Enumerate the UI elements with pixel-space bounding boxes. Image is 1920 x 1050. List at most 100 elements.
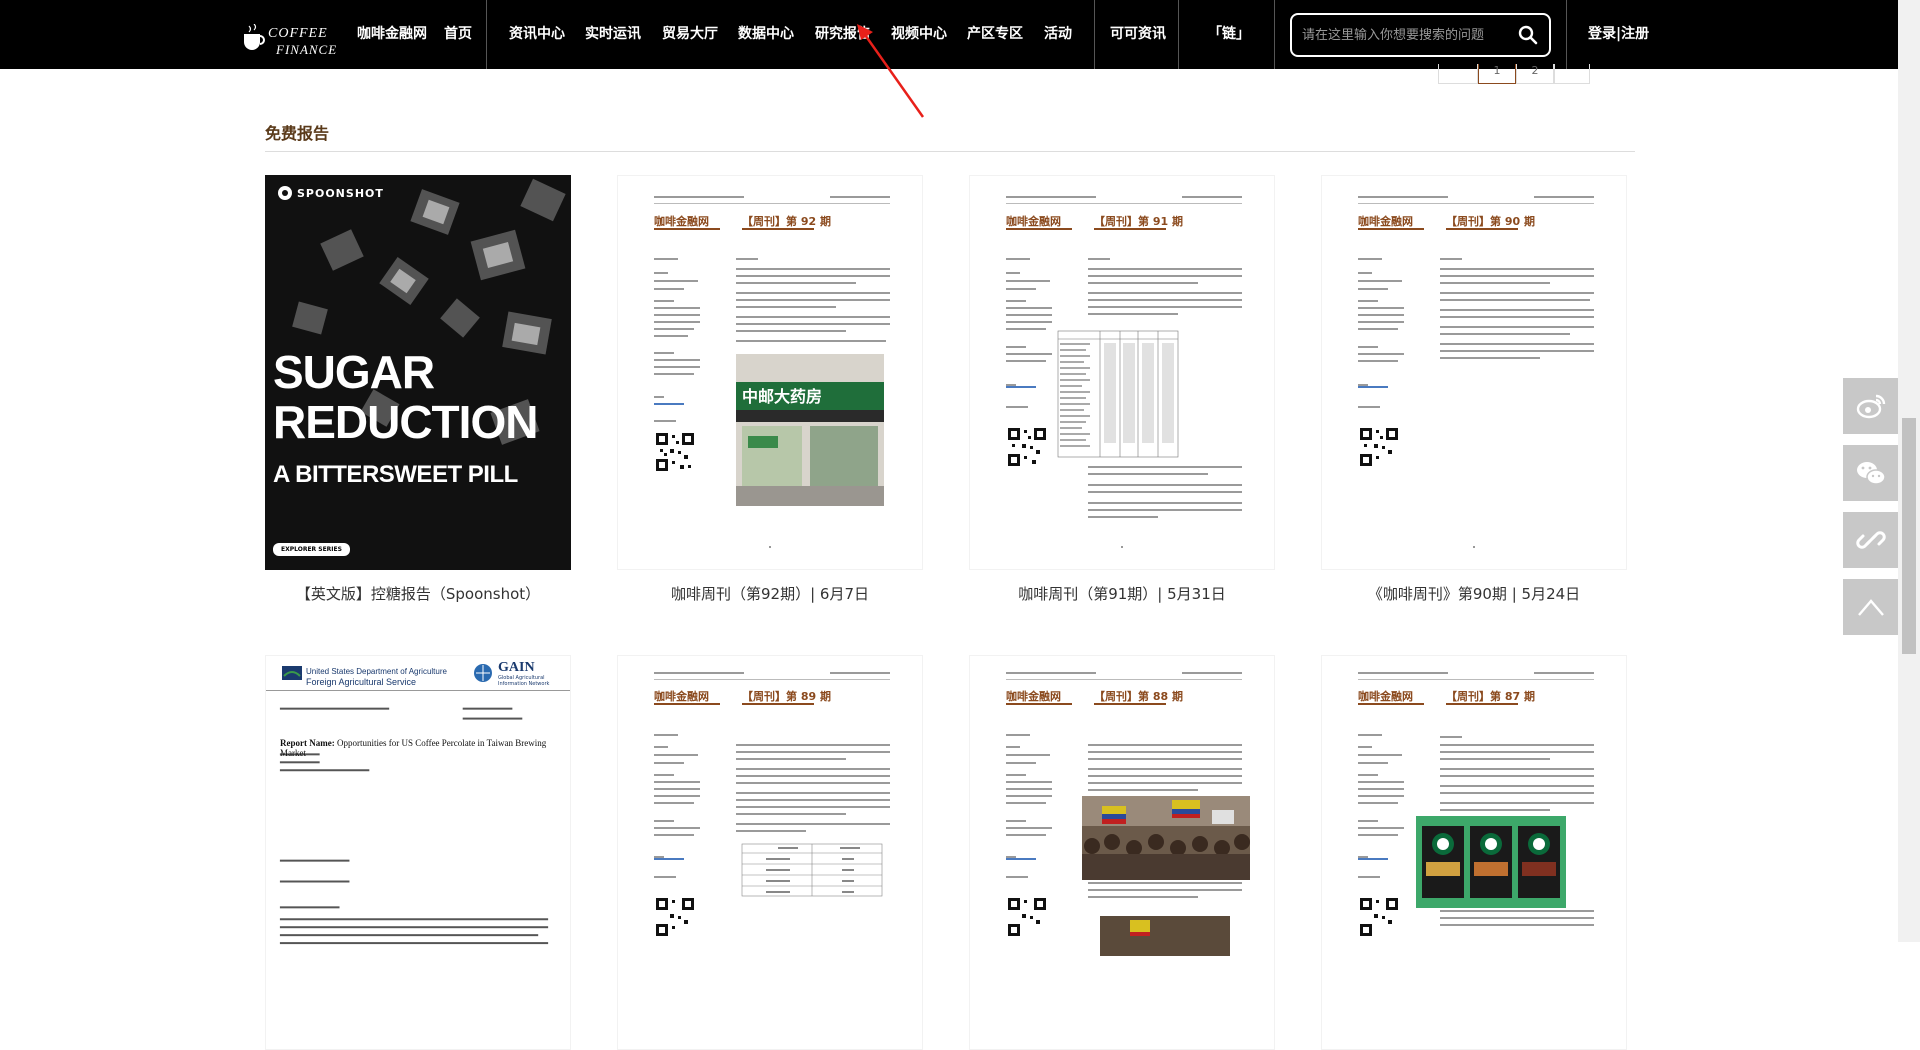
pharmacy-photo-image: 中邮大药房 <box>736 354 884 506</box>
spoonshot-logo-icon <box>278 186 292 200</box>
report-thumbnail-usda[interactable]: United States Department of Agriculture … <box>265 655 571 1050</box>
cover-title-line2: REDUCTION <box>273 396 538 448</box>
nav-divider <box>1178 0 1179 69</box>
doc-underline <box>742 228 814 230</box>
doc-header-rule <box>1358 679 1594 680</box>
login-register-link[interactable]: 登录|注册 <box>1588 0 1649 69</box>
nav-divider <box>486 0 487 69</box>
doc-brand: 咖啡金融网 <box>1358 690 1413 703</box>
report-thumbnail[interactable]: 咖啡金融网 【周刊】第 88 期 <box>969 655 1275 1050</box>
search-input[interactable] <box>1302 23 1507 47</box>
doc-underline <box>1094 703 1166 705</box>
svg-text:中邮大药房: 中邮大药房 <box>742 387 822 406</box>
report-thumbnail[interactable]: 咖啡金融网 【周刊】第 89 期 <box>617 655 923 1050</box>
qr-code-image <box>1006 896 1048 938</box>
qr-code-image <box>654 896 696 938</box>
report-thumbnail[interactable]: 咖啡金融网 【周刊】第 90 期 <box>1321 175 1627 570</box>
logo-text-coffee: COFFEE <box>268 26 328 41</box>
doc-underline <box>1358 228 1424 230</box>
section-divider <box>265 151 1635 152</box>
nav-data-center[interactable]: 数据中心 <box>738 0 794 69</box>
gain-logo: GAIN Global Agricultural Information Net… <box>472 660 562 690</box>
doc-issue: 【周刊】第 88 期 <box>1094 690 1183 703</box>
doc-brand: 咖啡金融网 <box>654 690 709 703</box>
cover-title-line1: SUGAR <box>273 346 435 398</box>
section-title-free-reports: 免费报告 <box>265 124 330 143</box>
report-caption[interactable]: 【英文版】控糖报告（Spoonshot） <box>265 583 571 604</box>
doc-underline <box>1006 703 1072 705</box>
report-caption[interactable]: 《咖啡周刊》第90期 | 5月24日 <box>1321 583 1627 604</box>
nav-origin-zone[interactable]: 产区专区 <box>967 0 1023 69</box>
doc-header-rule <box>654 203 890 204</box>
usda-service-name: Foreign Agricultural Service <box>306 677 417 687</box>
nav-divider <box>1094 0 1095 69</box>
doc-issue: 【周刊】第 92 期 <box>742 215 831 228</box>
copy-link-button[interactable] <box>1843 512 1899 568</box>
crowd-photo-image <box>1100 916 1230 956</box>
nav-realtime-news[interactable]: 实时运讯 <box>585 0 641 69</box>
globe-icon <box>474 664 492 682</box>
nav-divider <box>1566 0 1567 69</box>
doc-underline <box>1358 703 1424 705</box>
usda-agency-name: United States Department of Agriculture <box>306 667 447 676</box>
doc-brand: 咖啡金融网 <box>1006 215 1061 228</box>
doc-header-rule <box>1358 203 1594 204</box>
document-text-lines <box>1006 196 1242 518</box>
doc-issue: 【周刊】第 87 期 <box>1446 690 1535 703</box>
back-to-top-icon <box>1858 599 1884 616</box>
nav-events[interactable]: 活动 <box>1044 0 1072 69</box>
qr-code-image <box>654 431 696 473</box>
report-caption[interactable]: 咖啡周刊（第92期）| 6月7日 <box>617 583 923 604</box>
coffee-cup-logo-icon <box>244 24 265 50</box>
cover-series-badge: EXPLORER SERIES <box>273 543 350 556</box>
doc-header-rule <box>266 690 570 691</box>
doc-issue: 【周刊】第 90 期 <box>1446 215 1535 228</box>
usda-logo-icon <box>282 666 302 680</box>
search-icon[interactable] <box>1517 24 1539 46</box>
cover-brand: SPOONSHOT <box>297 187 384 200</box>
document-text-lines <box>279 707 549 945</box>
doc-underline <box>1446 703 1518 705</box>
weibo-icon <box>1856 394 1886 419</box>
cover-title: SUGAR REDUCTION <box>273 346 538 448</box>
report-thumbnail[interactable]: 咖啡金融网 【周刊】第 87 期 <box>1321 655 1627 1050</box>
site-logo[interactable]: COFFEE FINANCE <box>240 8 340 60</box>
qr-code-image <box>1358 896 1400 938</box>
gain-subtitle: Global Agricultural Information Network <box>498 675 550 687</box>
doc-header-rule <box>1006 203 1242 204</box>
doc-underline <box>1006 228 1072 230</box>
report-name-label: Report Name: <box>280 738 335 748</box>
usda-agency: United States Department of Agriculture … <box>306 667 447 687</box>
scrollbar-thumb[interactable] <box>1902 418 1916 654</box>
nav-trade-hall[interactable]: 贸易大厅 <box>662 0 718 69</box>
doc-header-rule <box>654 679 890 680</box>
nav-coffee-finance[interactable]: 咖啡金融网 <box>357 0 427 69</box>
back-to-top-button[interactable] <box>1843 579 1899 635</box>
nav-cocoa-news[interactable]: 可可资讯 <box>1110 0 1166 69</box>
report-caption[interactable]: 咖啡周刊（第91期）| 5月31日 <box>969 583 1275 604</box>
doc-brand: 咖啡金融网 <box>654 215 709 228</box>
nav-home[interactable]: 首页 <box>444 0 472 69</box>
search-box <box>1290 13 1551 57</box>
report-thumbnail[interactable]: 咖啡金融网 【周刊】第 92 期 中邮大药房 <box>617 175 923 570</box>
report-thumbnail[interactable]: 咖啡金融网 【周刊】第 91 期 <box>969 175 1275 570</box>
nav-divider <box>1274 0 1275 69</box>
red-arrow-annotation-icon <box>857 24 925 118</box>
doc-underline <box>654 228 720 230</box>
document-text-lines <box>1358 196 1594 408</box>
wechat-icon <box>1857 462 1886 485</box>
share-weibo-button[interactable] <box>1843 378 1899 434</box>
share-wechat-button[interactable] <box>1843 445 1899 501</box>
nav-news-center[interactable]: 资讯中心 <box>509 0 565 69</box>
pager-next[interactable] <box>1554 64 1590 84</box>
report-cover-sugar[interactable]: SPOONSHOT SUGAR REDUCTION A BITTERSWEET … <box>265 175 571 570</box>
doc-underline <box>1094 228 1166 230</box>
pager-page-2[interactable]: 2 <box>1516 64 1554 84</box>
page-scrollbar[interactable] <box>1898 0 1920 942</box>
pager-page-1[interactable]: 1 <box>1478 64 1516 84</box>
pager-prev[interactable] <box>1438 64 1478 84</box>
qr-code-image <box>1358 426 1400 468</box>
nav-chain[interactable]: 「链」 <box>1208 0 1250 69</box>
top-navbar: COFFEE FINANCE 咖啡金融网 首页 资讯中心 实时运讯 贸易大厅 数… <box>0 0 1898 69</box>
link-icon <box>1856 531 1886 549</box>
